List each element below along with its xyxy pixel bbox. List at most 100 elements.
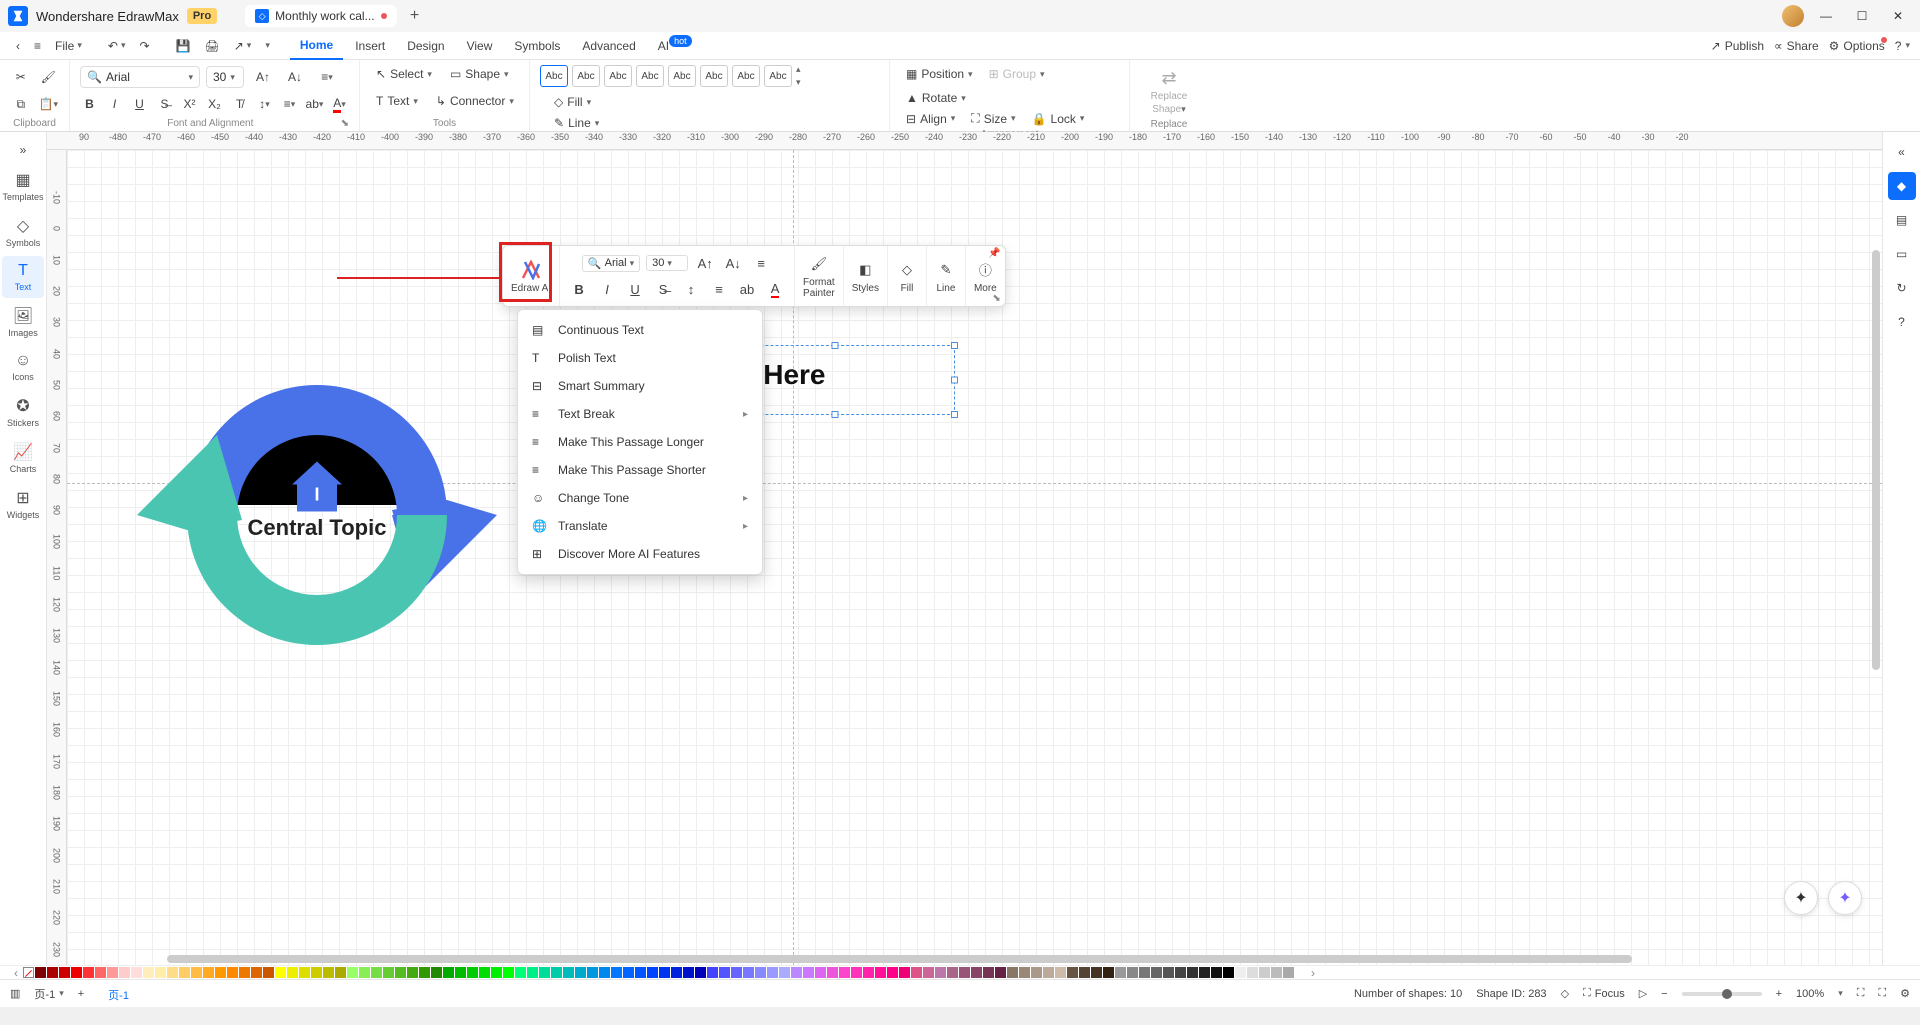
float-line-button[interactable]: ✎Line [927,246,966,306]
connector-tool[interactable]: ↳ Connector▾ [430,91,520,111]
resize-handle-bc[interactable] [832,411,839,418]
float-styles-button[interactable]: ◧Styles [844,246,888,306]
publish-button[interactable]: ↗ Publish [1711,39,1764,53]
settings-gear-icon[interactable]: ⚙ [1900,987,1910,1000]
color-swatch[interactable] [851,967,862,978]
resize-handle-mr[interactable] [951,377,958,384]
horizontal-scrollbar[interactable] [167,955,1632,963]
right-rail-collapse-icon[interactable]: « [1888,138,1916,166]
color-swatch[interactable] [203,967,214,978]
color-swatch[interactable] [47,967,58,978]
toolbar-expand-icon[interactable]: ⬊ [992,293,1000,304]
ai-menu-item[interactable]: ≡Make This Passage Shorter [518,456,762,484]
color-swatch[interactable] [575,967,586,978]
color-swatch[interactable] [83,967,94,978]
float-fill-button[interactable]: ◇Fill [888,246,927,306]
color-swatch[interactable] [227,967,238,978]
color-swatch[interactable] [779,967,790,978]
color-swatch[interactable] [191,967,202,978]
font-group-expand[interactable]: ⬊ [341,118,349,129]
tab-symbols[interactable]: Symbols [504,33,570,59]
line-dropdown[interactable]: ✎ Line▾ [548,113,626,133]
resize-handle-br[interactable] [951,411,958,418]
color-swatch[interactable] [887,967,898,978]
color-swatch[interactable] [719,967,730,978]
rail-symbols[interactable]: ◇Symbols [2,210,44,254]
color-swatch[interactable] [443,967,454,978]
ai-menu-item[interactable]: TPolish Text [518,344,762,372]
color-swatch[interactable] [683,967,694,978]
color-swatch[interactable] [1079,967,1090,978]
ai-menu-item[interactable]: ⊟Smart Summary [518,372,762,400]
fullscreen-icon[interactable]: ⛶ [1878,987,1886,1000]
share-button[interactable]: ∝ Share [1774,39,1819,53]
color-swatch[interactable] [587,967,598,978]
float-decrease-font[interactable]: A↓ [722,252,744,274]
color-swatch[interactable] [1259,967,1270,978]
color-swatch[interactable] [1019,967,1030,978]
save-button[interactable]: 💾 [170,35,197,57]
color-swatch[interactable] [935,967,946,978]
resize-handle-tc[interactable] [832,342,839,349]
superscript-button[interactable]: X² [180,91,199,117]
more-menu-button[interactable]: ▾ [259,36,276,55]
color-swatch[interactable] [299,967,310,978]
color-swatch[interactable] [1187,967,1198,978]
color-swatch[interactable] [695,967,706,978]
format-painter-button[interactable]: 🖌Format Painter [795,246,844,306]
ai-menu-item[interactable]: ⊞Discover More AI Features [518,540,762,568]
float-bullets[interactable]: ≡ [708,278,730,300]
color-swatch[interactable] [119,967,130,978]
style-thumb-1[interactable]: Abc [540,65,568,87]
bold-button[interactable]: B [80,91,99,117]
color-swatch[interactable] [731,967,742,978]
copy-button[interactable]: ⧉ [10,91,32,117]
color-swatch[interactable] [1055,967,1066,978]
shape-tool[interactable]: ▭ Shape▾ [444,64,515,84]
print-button[interactable]: 🖨 [199,35,226,57]
color-swatch[interactable] [131,967,142,978]
color-swatch[interactable] [311,967,322,978]
color-swatch[interactable] [563,967,574,978]
color-swatch[interactable] [647,967,658,978]
cycle-diagram[interactable]: I Central Topic [137,330,497,690]
right-rail-page-icon[interactable]: ▤ [1888,206,1916,234]
float-increase-font[interactable]: A↑ [694,252,716,274]
color-swatch[interactable] [107,967,118,978]
color-swatch[interactable] [635,967,646,978]
style-thumb-8[interactable]: Abc [764,65,792,87]
color-swatch[interactable] [491,967,502,978]
color-swatch[interactable] [287,967,298,978]
right-rail-style-icon[interactable]: ◆ [1888,172,1916,200]
page-dropdown[interactable]: 页-1 ▾ [34,986,63,1002]
page-add-button[interactable]: + [78,988,84,1000]
color-swatch[interactable] [323,967,334,978]
options-button[interactable]: ⚙ Options [1829,39,1885,53]
float-strike[interactable]: S̶ [652,278,674,300]
hamburger-icon[interactable]: ≡ [28,35,47,57]
tab-ai[interactable]: AIhot [648,33,702,59]
zoom-out-button[interactable]: − [1661,988,1667,1000]
document-tab[interactable]: ◇ Monthly work cal... [245,5,396,27]
color-swatch[interactable] [239,967,250,978]
color-swatch[interactable] [1163,967,1174,978]
color-swatch[interactable] [1115,967,1126,978]
color-swatch[interactable] [479,967,490,978]
rotate-dropdown[interactable]: ▲ Rotate▾ [900,88,972,108]
export-button[interactable]: ↗ ▾ [228,35,258,57]
color-swatch[interactable] [1067,967,1078,978]
decrease-font-icon[interactable]: A↓ [282,64,308,90]
color-swatch[interactable] [1283,967,1294,978]
color-swatch[interactable] [1127,967,1138,978]
clear-format-button[interactable]: T̸ [230,91,249,117]
rail-images[interactable]: 🖼Images [2,300,44,344]
color-swatch[interactable] [143,967,154,978]
color-swatch[interactable] [1175,967,1186,978]
styles-up[interactable]: ▴ [796,64,801,75]
color-swatch[interactable] [407,967,418,978]
page-tab-1[interactable]: 页-1 [98,981,139,1007]
color-swatch[interactable] [1103,967,1114,978]
back-button[interactable]: ‹ [10,35,26,57]
color-swatch[interactable] [1043,967,1054,978]
window-minimize-icon[interactable]: — [1812,2,1840,30]
